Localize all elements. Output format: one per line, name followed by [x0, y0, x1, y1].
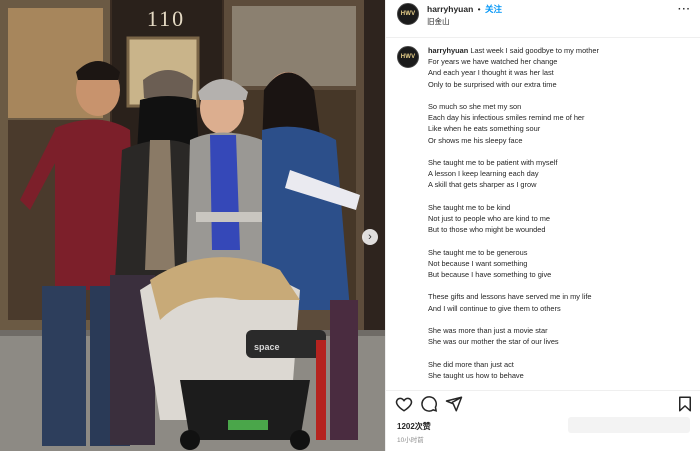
caption-line: She was more than just a movie star	[428, 325, 548, 335]
header-username-row: harryhyuan • 关注	[427, 3, 502, 15]
caption-line: Not just to people who are kind to me	[428, 214, 551, 223]
caption-first-line: harryhyuan Last week I said goodbye to m…	[428, 45, 696, 56]
avatar[interactable]: HWV	[397, 3, 419, 25]
caption-gap	[428, 146, 696, 157]
caption-line: She did more than just act	[428, 359, 514, 369]
post-time: 10小时前	[397, 437, 424, 444]
caption-line: A skill that gets sharper as I grow	[428, 180, 537, 190]
post-photo[interactable]: 110 space ›	[0, 0, 385, 451]
caption-line: She taught me to be patient with myself	[428, 158, 558, 167]
caption-line: She was our mother the star of our lives	[428, 337, 559, 347]
caption-gap	[428, 347, 696, 358]
post-caption: harryhyuan Last week I said goodbye to m…	[428, 45, 696, 388]
location-link[interactable]: 旧金山	[427, 16, 450, 27]
address-number: 110	[146, 6, 186, 31]
caption-line: Each day his infectious smiles remind me…	[428, 113, 585, 123]
caption-username[interactable]: harryhyuan	[428, 46, 468, 55]
caption-line: She taught me to be generous	[428, 247, 528, 257]
caption-line: And I will continue to give them to othe…	[428, 303, 561, 313]
caption-line: Or shows me his sleepy face	[428, 135, 523, 145]
caption-line: She taught me to be kind	[428, 202, 511, 212]
send-icon[interactable]	[445, 395, 463, 413]
comment-icon[interactable]	[420, 395, 438, 413]
caption-line: Last week I said goodbye to my mother	[470, 46, 599, 55]
caption-line: But to those who might be wounded	[428, 225, 546, 235]
post-header: HWV harryhyuan • 关注 旧金山 ···	[386, 0, 700, 38]
caption-line: But because I have something to give	[428, 270, 552, 279]
post-actions-bar: 1202次赞 10小时前	[386, 390, 700, 451]
caption-gap	[428, 191, 696, 202]
caption-line: Like when he eats something sour	[428, 124, 541, 134]
ellipsis-icon[interactable]: ···	[678, 4, 691, 15]
caption-line: A lesson I keep learning each day	[428, 169, 539, 179]
separator-dot: •	[477, 4, 481, 14]
family-photo-illustration	[0, 0, 385, 451]
chevron-right-icon[interactable]: ›	[362, 229, 378, 245]
post-side-panel: HWV harryhyuan • 关注 旧金山 ··· HWV harryhyu…	[385, 0, 700, 451]
heart-icon[interactable]	[395, 395, 413, 413]
caption-line: These gifts and lessons have served me i…	[428, 292, 592, 302]
header-username[interactable]: harryhyuan	[427, 4, 473, 14]
caption-line: Only to be surprised with our extra time	[428, 79, 557, 89]
caption-gap	[428, 314, 696, 325]
likes-count[interactable]: 1202次赞	[397, 421, 431, 432]
follow-button[interactable]: 关注	[485, 4, 502, 14]
blurred-comment-area	[568, 417, 690, 433]
caption-line: Not because I want something	[428, 258, 528, 268]
caption-gap	[428, 235, 696, 246]
caption-line: She taught us how to behave	[428, 370, 524, 380]
stroller-brand-label: space	[254, 342, 280, 352]
caption-gap	[428, 90, 696, 101]
caption-line: And each year I thought it was her last	[428, 68, 554, 78]
caption-gap	[428, 280, 696, 291]
caption-avatar[interactable]: HWV	[397, 46, 419, 68]
bookmark-icon[interactable]	[676, 395, 694, 413]
caption-line: For years we have watched her change	[428, 57, 558, 67]
caption-line: So much so she met my son	[428, 102, 522, 111]
